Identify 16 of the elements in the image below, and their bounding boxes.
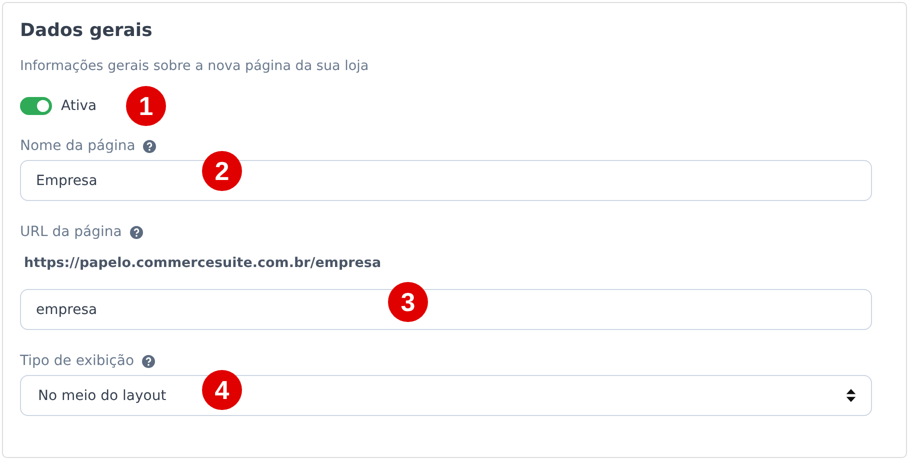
help-icon[interactable] [142,354,156,368]
number-badge: 2 [202,151,242,191]
number-badge: 1 [126,86,166,126]
field-label: Tipo de exibição [20,353,134,369]
number-badge: 4 [202,370,242,410]
sort-caret-icon [846,389,856,402]
toggle-label: Ativa [61,98,97,114]
toggle-switch[interactable] [20,97,52,115]
help-icon[interactable] [143,140,156,152]
help-icon[interactable] [130,226,143,238]
url-preview: https://papelo.commercesuite.com.br/empresa [24,254,382,272]
field-label: URL da página [20,224,122,240]
section-description: Informações gerais sobre a nova página da sua loja [20,57,370,75]
section-title: Dados gerais [20,19,154,43]
field-label: Nome da página [20,138,136,154]
number-badge: 3 [388,282,428,322]
